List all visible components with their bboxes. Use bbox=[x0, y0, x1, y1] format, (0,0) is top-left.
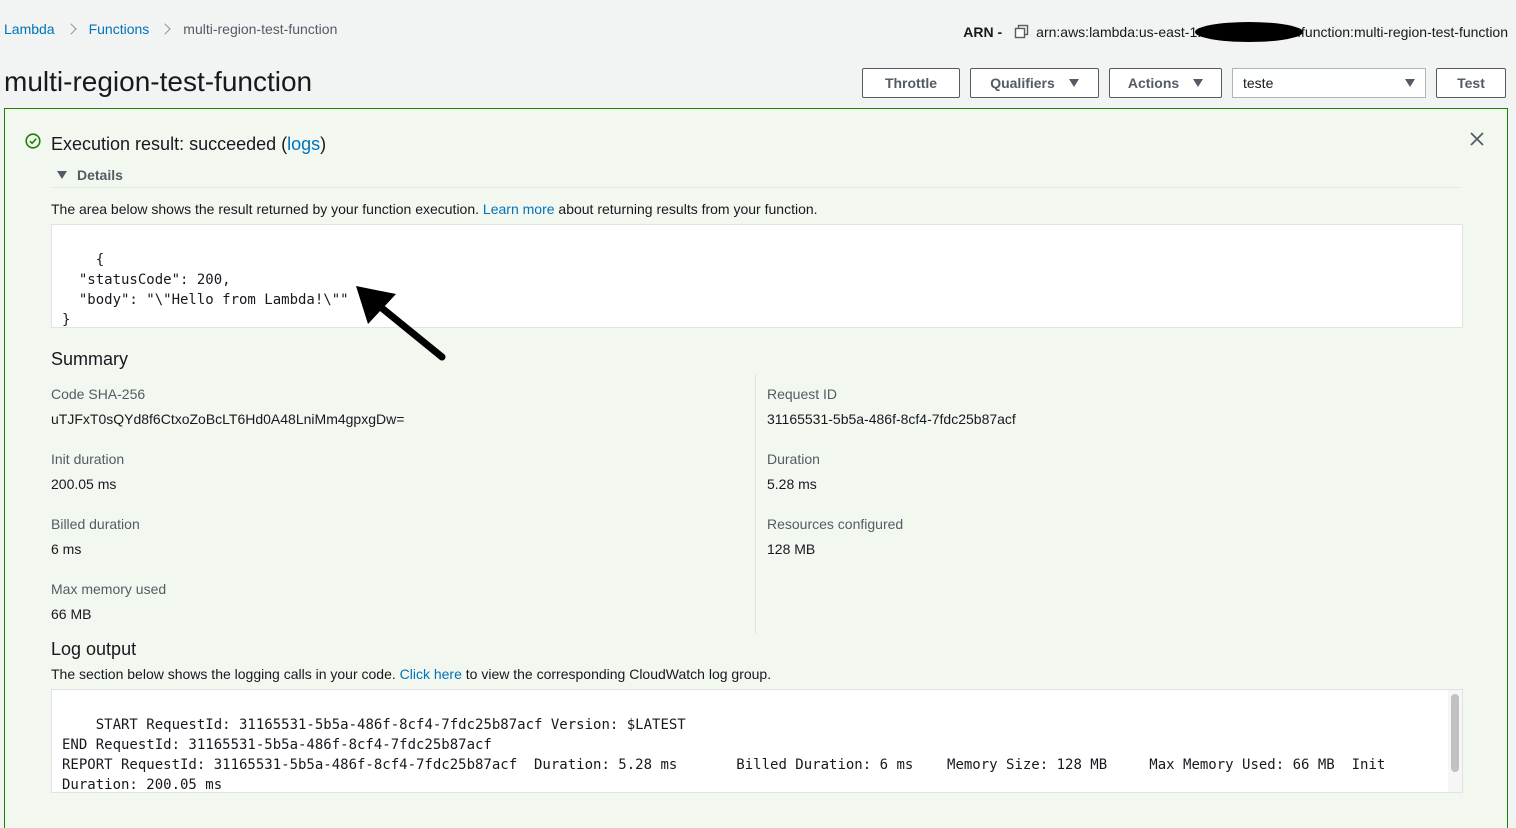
actions-button-label: Actions bbox=[1127, 75, 1180, 91]
function-toolbar: Throttle Qualifiers Actions teste Test bbox=[862, 68, 1506, 98]
chevron-right-icon bbox=[155, 22, 177, 36]
init-duration-label: Init duration bbox=[51, 451, 125, 467]
breadcrumb: Lambda Functions multi-region-test-funct… bbox=[4, 21, 337, 37]
annotation-arrow-icon bbox=[350, 280, 450, 365]
billed-duration-value: 6 ms bbox=[51, 541, 82, 557]
cloudwatch-click-here-link[interactable]: Click here bbox=[400, 666, 462, 682]
caret-down-icon bbox=[1068, 79, 1079, 87]
divider bbox=[51, 187, 1461, 188]
max-memory-label: Max memory used bbox=[51, 581, 167, 597]
log-scrollbar[interactable] bbox=[1448, 690, 1462, 792]
test-event-select[interactable]: teste bbox=[1232, 68, 1426, 98]
throttle-button[interactable]: Throttle bbox=[862, 68, 960, 98]
execution-result-panel: Execution result: succeeded (logs) Detai… bbox=[4, 108, 1508, 828]
check-circle-icon bbox=[25, 133, 41, 149]
breadcrumb-current: multi-region-test-function bbox=[183, 21, 338, 37]
arn-display: ARN - arn:aws:lambda:us-east-1: :functio… bbox=[963, 22, 1508, 42]
qualifiers-button-label: Qualifiers bbox=[990, 75, 1055, 91]
result-output-textarea[interactable]: { "statusCode": 200, "body": "\"Hello fr… bbox=[51, 224, 1463, 328]
breadcrumb-functions-link[interactable]: Functions bbox=[89, 21, 150, 37]
test-button[interactable]: Test bbox=[1436, 68, 1506, 98]
caret-down-icon bbox=[1193, 79, 1204, 87]
duration-value: 5.28 ms bbox=[767, 476, 817, 492]
actions-button[interactable]: Actions bbox=[1109, 68, 1222, 98]
arn-label: ARN - bbox=[963, 24, 1003, 40]
details-toggle[interactable]: Details bbox=[57, 167, 123, 183]
arn-suffix: :function:multi-region-test-function bbox=[1297, 24, 1508, 40]
request-id-label: Request ID bbox=[767, 386, 838, 402]
close-icon[interactable] bbox=[1469, 131, 1485, 147]
result-desc-text: The area below shows the result returned… bbox=[51, 201, 483, 217]
page-title: multi-region-test-function bbox=[4, 66, 313, 97]
redacted-mark bbox=[1195, 22, 1304, 42]
caret-down-icon bbox=[57, 171, 67, 179]
billed-duration-label: Billed duration bbox=[51, 516, 140, 532]
result-title-end: ) bbox=[320, 134, 327, 154]
resize-handle-icon[interactable] bbox=[1448, 313, 1460, 325]
code-sha-label: Code SHA-256 bbox=[51, 386, 146, 402]
result-description: The area below shows the result returned… bbox=[51, 201, 818, 217]
resources-configured-value: 128 MB bbox=[767, 541, 816, 557]
request-id-value: 31165531-5b5a-486f-8cf4-7fdc25b87acf bbox=[767, 411, 1016, 427]
details-label: Details bbox=[77, 167, 123, 183]
log-desc-end: to view the corresponding CloudWatch log… bbox=[461, 666, 772, 682]
test-event-selected: teste bbox=[1243, 75, 1274, 91]
log-desc-text: The section below shows the logging call… bbox=[51, 666, 400, 682]
qualifiers-button[interactable]: Qualifiers bbox=[970, 68, 1099, 98]
chevron-right-icon bbox=[61, 22, 83, 36]
max-memory-value: 66 MB bbox=[51, 606, 92, 622]
log-output-description: The section below shows the logging call… bbox=[51, 666, 771, 682]
summary-title: Summary bbox=[51, 349, 129, 369]
init-duration-value: 200.05 ms bbox=[51, 476, 117, 492]
throttle-button-label: Throttle bbox=[884, 75, 938, 91]
log-output-text: START RequestId: 31165531-5b5a-486f-8cf4… bbox=[62, 717, 1386, 793]
duration-label: Duration bbox=[767, 451, 820, 467]
log-output-title: Log output bbox=[51, 639, 137, 659]
summary-divider bbox=[755, 374, 756, 634]
logs-link[interactable]: logs bbox=[287, 134, 320, 154]
copy-icon[interactable] bbox=[1014, 24, 1032, 40]
test-button-label: Test bbox=[1457, 75, 1485, 91]
log-scrollbar-thumb[interactable] bbox=[1451, 694, 1459, 772]
log-output-textarea[interactable]: START RequestId: 31165531-5b5a-486f-8cf4… bbox=[51, 689, 1463, 793]
resize-handle-icon[interactable] bbox=[1448, 778, 1460, 790]
execution-result-title: Execution result: succeeded (logs) bbox=[51, 134, 326, 155]
result-desc-end: about returning results from your functi… bbox=[554, 201, 818, 217]
breadcrumb-lambda-link[interactable]: Lambda bbox=[4, 21, 55, 37]
caret-down-icon bbox=[1405, 79, 1415, 87]
arn-prefix: arn:aws:lambda:us-east-1: bbox=[1036, 24, 1202, 40]
result-output-text: { "statusCode": 200, "body": "\"Hello fr… bbox=[62, 252, 349, 328]
resources-configured-label: Resources configured bbox=[767, 516, 904, 532]
code-sha-value: uTJFxT0sQYd8f6CtxoZoBcLT6Hd0A48LniMm4gpx… bbox=[51, 411, 405, 427]
learn-more-link[interactable]: Learn more bbox=[483, 201, 555, 217]
result-title-text: Execution result: succeeded ( bbox=[51, 134, 288, 154]
